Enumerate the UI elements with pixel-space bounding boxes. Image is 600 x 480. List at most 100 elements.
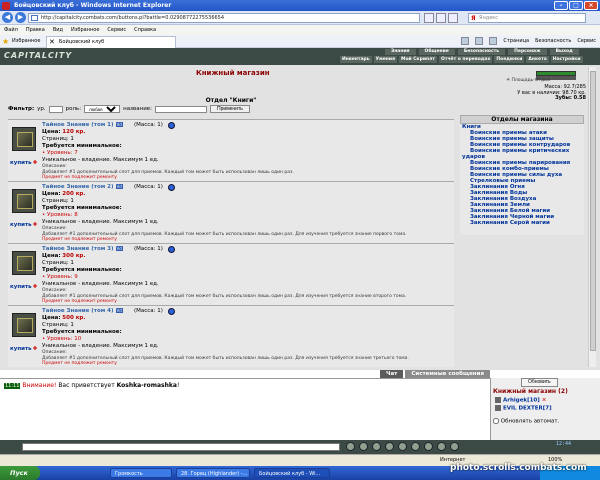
menu-favorites[interactable]: Избранное <box>71 25 99 35</box>
unique-note: Уникальное - владение. Максимум 1 ед. <box>42 281 159 287</box>
maximize-button[interactable]: □ <box>569 1 583 10</box>
tab-chat[interactable]: Чат <box>380 370 404 378</box>
user-entry[interactable]: EVIL DEXTER[7] <box>495 405 552 412</box>
speed-icon[interactable] <box>424 442 433 451</box>
go-icon[interactable] <box>448 13 458 23</box>
role-select[interactable]: любая <box>84 105 121 113</box>
sound-icon[interactable] <box>411 442 420 451</box>
menu-fights[interactable]: Поединки <box>494 56 525 63</box>
minimize-button[interactable]: – <box>554 1 568 10</box>
product-name[interactable]: Тайное Знание (том 1) <box>42 122 114 128</box>
menu-file[interactable]: Файл <box>4 25 18 35</box>
auto-refresh-checkbox[interactable] <box>493 418 499 424</box>
app-icon <box>2 2 10 10</box>
safety-menu[interactable]: Безопасность <box>535 37 571 46</box>
info-globe-icon[interactable] <box>168 122 175 129</box>
task-browser[interactable]: Бойцовский клуб - Wi... <box>254 468 330 478</box>
user-name: Arhigek[10] <box>503 397 540 404</box>
game-menu-top: Знания Общение Безопасность Персонаж Вых… <box>385 49 579 55</box>
tools-menu[interactable]: Сервис <box>577 37 596 46</box>
room-title: Книжный магазин (2) <box>493 388 568 395</box>
window-titlebar: Бойцовский клуб - Windows Internet Explo… <box>0 0 600 11</box>
name-input[interactable] <box>155 105 208 113</box>
refresh-icon[interactable] <box>424 13 434 23</box>
menu-transfers[interactable]: Отчёт о переводах <box>439 56 493 63</box>
menu-exit[interactable]: Выход <box>549 49 579 55</box>
dept-grey[interactable]: Заклинания Серой магии <box>460 220 584 226</box>
menu-tools[interactable]: Сервис <box>107 25 126 35</box>
chat-exit-icon[interactable] <box>450 442 459 451</box>
menu-edit[interactable]: Правка <box>26 25 45 35</box>
print-icon[interactable] <box>489 37 498 45</box>
menu-view[interactable]: Вид <box>53 25 63 35</box>
task-volume[interactable]: Громкость <box>110 468 172 478</box>
buy-button[interactable]: купить✚ <box>10 284 37 290</box>
menu-security[interactable]: Безопасность <box>457 49 506 55</box>
repair-note: Предмет не подлежит ремонту <box>42 361 117 366</box>
scroll-thumb[interactable] <box>590 71 596 351</box>
menu-knowledge[interactable]: Знания <box>385 49 416 55</box>
required-level: • Уровень: 10 <box>42 336 82 342</box>
menu-help[interactable]: Справка <box>134 25 156 35</box>
tab-system[interactable]: Системные сообщения <box>405 370 490 378</box>
chat-settings-icon[interactable] <box>437 442 446 451</box>
product-price: Цена: 200 кр. <box>42 191 450 198</box>
product-tag: Vd <box>115 184 123 189</box>
clear-icon[interactable] <box>359 442 368 451</box>
user-entry[interactable]: Arhigek[10] ✕ <box>495 397 546 404</box>
refresh-button[interactable]: Обновить <box>521 378 558 387</box>
feeds-icon[interactable] <box>475 37 484 45</box>
buy-label: купить <box>10 284 32 290</box>
info-globe-icon[interactable] <box>168 308 175 315</box>
attack-icon[interactable]: ✕ <box>542 398 547 404</box>
home-icon[interactable] <box>461 37 470 45</box>
buy-button[interactable]: купить✚ <box>10 222 37 228</box>
menu-profile[interactable]: Анкета <box>526 56 549 63</box>
chat-username[interactable]: Koshka-romashka <box>117 382 177 389</box>
tab-combats[interactable]: ✕ Бойцовский клуб <box>46 36 176 48</box>
game-menu-bottom: Инвентарь Умения Мой Скриплт Отчёт о пер… <box>340 56 583 63</box>
plus-icon: ✚ <box>32 346 38 352</box>
menu-settings[interactable]: Настройки <box>550 56 583 63</box>
product-pages: Страниц: 1 <box>42 136 74 142</box>
buy-button[interactable]: купить✚ <box>10 346 37 352</box>
chat-message: 11:11 Внимание! Вас приветствует Koshka-… <box>4 382 179 389</box>
close-window-button[interactable]: × <box>584 1 598 10</box>
apply-button[interactable]: Применить <box>210 105 250 113</box>
page-menu[interactable]: Страница <box>503 37 529 46</box>
book-icon <box>17 132 33 147</box>
chat-input-bar: 12:44 <box>0 440 600 454</box>
location-link[interactable]: ☀ Площадь-Отдых <box>506 78 550 83</box>
buy-button[interactable]: купить✚ <box>10 160 37 166</box>
chat-input[interactable] <box>22 443 340 451</box>
tab-close-icon[interactable]: ✕ <box>49 37 55 48</box>
forward-icon[interactable]: ▶ <box>15 12 26 23</box>
info-globe-icon[interactable] <box>168 246 175 253</box>
menu-character[interactable]: Персонаж <box>508 49 547 55</box>
product-tag: Vd <box>115 308 123 313</box>
menu-inventory[interactable]: Инвентарь <box>340 56 372 63</box>
url-input[interactable]: http://capitalcity.combats.com/buttons.p… <box>28 13 420 23</box>
menu-bar: Файл Правка Вид Избранное Сервис Справка <box>0 25 600 35</box>
translit-icon[interactable] <box>398 442 407 451</box>
send-icon[interactable] <box>346 442 355 451</box>
product-name[interactable]: Тайное Знание (том 4) <box>42 308 114 314</box>
page-icon <box>31 15 38 21</box>
level-input[interactable] <box>48 105 63 113</box>
filter-icon[interactable] <box>385 442 394 451</box>
menu-script[interactable]: Мой Скриплт <box>398 56 438 63</box>
menu-communication[interactable]: Общение <box>418 49 455 55</box>
game-clock: 12:44 <box>556 441 572 447</box>
page-scrollbar[interactable] <box>588 67 596 367</box>
product-name[interactable]: Тайное Знание (том 2) <box>42 184 114 190</box>
back-icon[interactable]: ◀ <box>2 12 13 23</box>
task-player[interactable]: 28. Горец (Highlander) -... <box>176 468 250 478</box>
start-button[interactable]: Пуск <box>0 466 40 480</box>
smile-icon[interactable] <box>372 442 381 451</box>
product-name[interactable]: Тайное Знание (том 3) <box>42 246 114 252</box>
info-globe-icon[interactable] <box>168 184 175 191</box>
search-input[interactable]: Я Яндекс <box>468 13 586 23</box>
menu-skills[interactable]: Умения <box>373 56 397 63</box>
favorites-button[interactable]: ★ Избранное <box>2 37 40 46</box>
stop-icon[interactable] <box>436 13 446 23</box>
